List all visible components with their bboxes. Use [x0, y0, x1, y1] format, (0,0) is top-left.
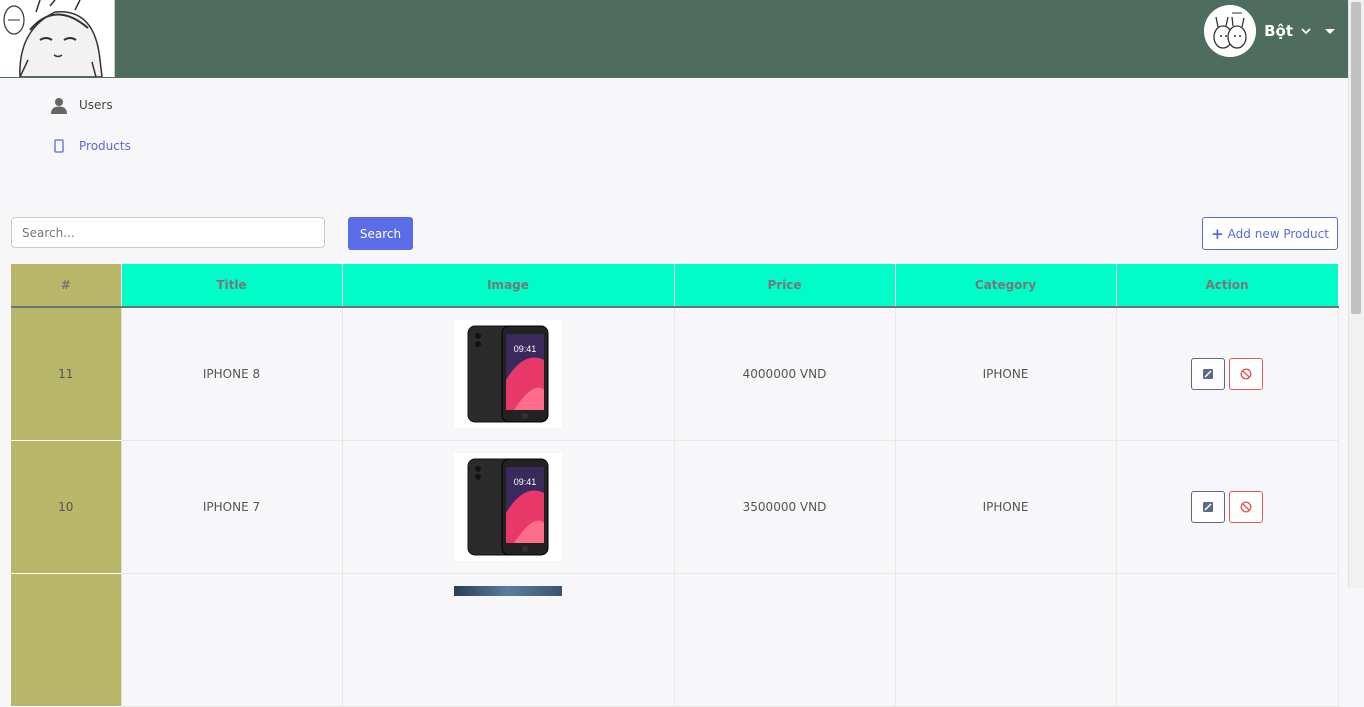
- sidebar-item-label: Users: [79, 98, 113, 112]
- page-scrollbar[interactable]: [1348, 0, 1364, 588]
- user-menu[interactable]: Bột: [1204, 4, 1335, 58]
- logo[interactable]: [0, 0, 115, 77]
- product-image-cell: 09:41: [342, 307, 675, 441]
- dropdown-caret-icon[interactable]: [1325, 28, 1335, 34]
- column-header-price: Price: [674, 264, 896, 308]
- user-icon: [50, 96, 68, 114]
- product-image: 09:41: [454, 320, 562, 428]
- ban-icon: [1240, 501, 1252, 513]
- edit-button[interactable]: [1191, 358, 1225, 390]
- product-image: 09:41: [454, 453, 562, 561]
- delete-button[interactable]: [1229, 358, 1263, 390]
- svg-text:09:41: 09:41: [514, 477, 537, 487]
- product-category: IPHONE: [895, 307, 1117, 441]
- product-price: 4000000 VND: [674, 307, 896, 441]
- plus-icon: +: [1211, 224, 1224, 243]
- sidebar-item-label: Products: [79, 139, 131, 153]
- product-actions: [1116, 307, 1339, 441]
- avatar-image: [1204, 5, 1257, 57]
- product-title: IPHONE 7: [121, 440, 343, 574]
- top-header: Bột: [0, 0, 1349, 78]
- ban-icon: [1240, 368, 1252, 380]
- search-button[interactable]: Search: [348, 217, 413, 250]
- delete-button[interactable]: [1229, 491, 1263, 523]
- edit-icon: [1203, 502, 1213, 512]
- search-input[interactable]: [11, 217, 325, 248]
- table-row: 11 IPHONE 8 09:41 4000000 VND IPHONE: [11, 307, 1339, 441]
- add-product-label: Add new Product: [1227, 226, 1329, 241]
- scrollbar-thumb[interactable]: [1351, 2, 1361, 314]
- anime-logo-image: [0, 0, 114, 77]
- column-header-id: #: [11, 264, 122, 308]
- product-actions: [1116, 440, 1339, 574]
- product-image-cell: 09:41: [342, 440, 675, 574]
- product-price: 3500000 VND: [674, 440, 896, 574]
- products-table: # Title Image Price Category Action 11 I…: [11, 264, 1339, 707]
- product-id: 11: [11, 307, 122, 441]
- product-title: IPHONE 8: [121, 307, 343, 441]
- column-header-action: Action: [1116, 264, 1339, 308]
- table-header-row: # Title Image Price Category Action: [11, 264, 1339, 308]
- edit-button[interactable]: [1191, 491, 1225, 523]
- column-header-title: Title: [121, 264, 343, 308]
- edit-icon: [1203, 369, 1213, 379]
- svg-text:09:41: 09:41: [514, 344, 537, 354]
- column-header-image: Image: [342, 264, 675, 308]
- column-header-category: Category: [895, 264, 1117, 308]
- phone-icon: [50, 137, 68, 155]
- chevron-down-icon[interactable]: [1301, 25, 1311, 38]
- table-row: [11, 573, 1339, 707]
- avatar[interactable]: [1204, 5, 1257, 57]
- product-category: IPHONE: [895, 440, 1117, 574]
- product-id: 10: [11, 440, 122, 574]
- table-row: 10 IPHONE 7 09:41 3500000 VND IPHONE: [11, 440, 1339, 574]
- sidebar-item-users[interactable]: Users: [50, 96, 113, 114]
- sidebar-item-products[interactable]: Products: [50, 137, 131, 155]
- product-image-cell: [342, 573, 675, 707]
- add-product-button[interactable]: + Add new Product: [1202, 217, 1338, 250]
- user-name[interactable]: Bột: [1264, 22, 1293, 40]
